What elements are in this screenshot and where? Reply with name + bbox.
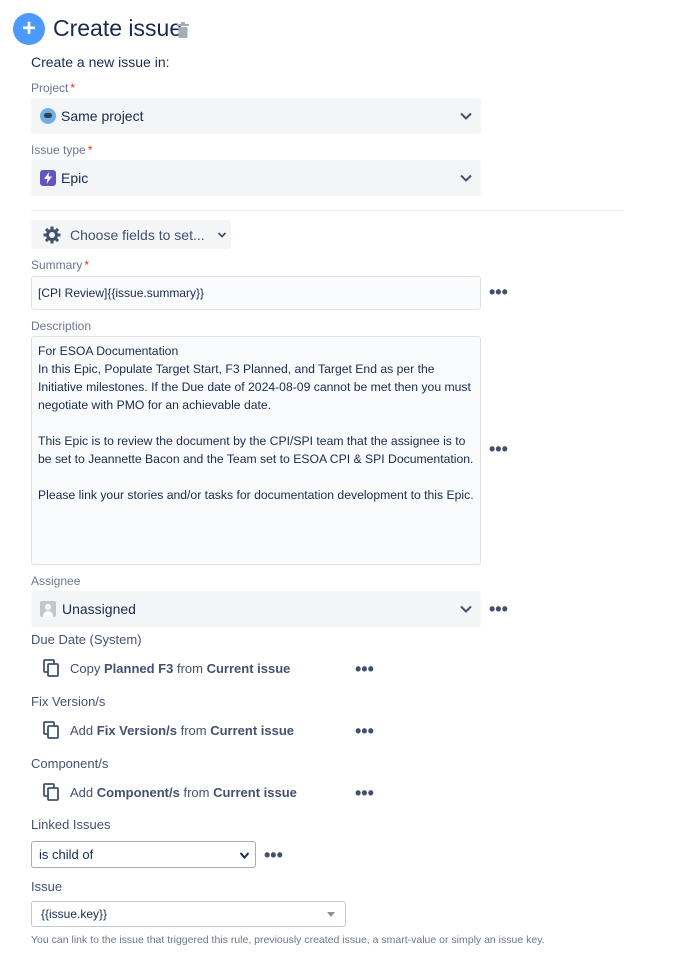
trash-icon[interactable] — [176, 22, 190, 38]
description-label: Description — [31, 319, 92, 333]
component-rule[interactable]: Add Component/s from Current issue — [43, 783, 297, 801]
issue-key-value: {{issue.key}} — [41, 907, 108, 921]
project-value: Same project — [61, 108, 144, 124]
rule-verb: Add — [70, 784, 94, 800]
rule-source: Current issue — [210, 722, 295, 738]
due-date-rule[interactable]: Copy Planned F3 from Current issue — [43, 659, 290, 677]
choose-fields-label: Choose fields to set... — [70, 226, 205, 243]
rule-verb: Add — [70, 722, 94, 738]
issue-key-input[interactable]: {{issue.key}} — [31, 901, 346, 927]
caret-down-icon — [327, 912, 335, 917]
issue-label: Issue — [31, 879, 63, 894]
divider — [31, 210, 624, 211]
rule-field: Fix Version/s — [96, 722, 177, 738]
issue-type-label: Issue type * — [31, 143, 92, 157]
page-title: Create issue — [53, 15, 183, 41]
assignee-select[interactable]: Unassigned — [31, 591, 481, 627]
gear-icon — [43, 226, 61, 243]
linked-issues-more-icon[interactable]: ••• — [264, 846, 283, 864]
project-label: Project * — [31, 81, 75, 95]
component-more-icon[interactable]: ••• — [355, 784, 374, 802]
add-icon: + — [13, 13, 45, 45]
rule-from: from — [176, 660, 203, 676]
copy-icon — [43, 783, 59, 801]
linked-issues-label: Linked Issues — [31, 817, 111, 832]
issue-type-select[interactable]: Epic — [31, 160, 481, 196]
project-select[interactable]: Same project — [31, 98, 481, 134]
issue-type-value: Epic — [61, 170, 89, 186]
rule-verb: Copy — [70, 660, 101, 676]
rule-field: Component/s — [96, 784, 180, 800]
issue-type-label-text: Issue type — [31, 143, 86, 157]
summary-label-text: Summary — [31, 258, 83, 272]
assignee-more-icon[interactable]: ••• — [489, 600, 508, 618]
assignee-label: Assignee — [31, 574, 81, 588]
component-label: Component/s — [31, 756, 109, 771]
project-avatar-icon — [40, 108, 56, 124]
link-type-select[interactable]: is child of — [31, 841, 256, 868]
rule-source: Current issue — [213, 784, 297, 800]
rule-field: Planned F3 — [103, 660, 174, 676]
required-mark: * — [84, 258, 90, 272]
issue-hint: You can link to the issue that triggered… — [31, 934, 545, 946]
summary-input[interactable]: [CPI Review]{{issue.summary}} — [31, 276, 481, 310]
chevron-down-icon — [217, 231, 226, 238]
intro-text: Create a new issue in: — [31, 54, 170, 70]
required-mark: * — [70, 81, 76, 95]
fix-version-rule[interactable]: Add Fix Version/s from Current issue — [43, 721, 294, 739]
description-textarea[interactable]: For ESOA Documentation In this Epic, Pop… — [31, 336, 481, 565]
due-date-more-icon[interactable]: ••• — [355, 660, 374, 678]
copy-icon — [43, 659, 59, 677]
fix-version-more-icon[interactable]: ••• — [355, 722, 374, 740]
copy-icon — [43, 721, 59, 739]
choose-fields-button[interactable]: Choose fields to set... — [31, 220, 231, 249]
add-symbol: + — [21, 15, 36, 42]
chevron-down-icon — [460, 174, 472, 182]
assignee-value: Unassigned — [62, 601, 136, 617]
due-date-label: Due Date (System) — [31, 632, 142, 647]
rule-source: Current issue — [206, 660, 291, 676]
rule-from: from — [180, 722, 207, 738]
rule-from: from — [183, 784, 210, 800]
avatar-icon — [40, 601, 56, 617]
chevron-down-icon — [460, 605, 472, 613]
summary-label: Summary * — [31, 258, 89, 272]
fix-version-label: Fix Version/s — [31, 694, 106, 709]
summary-more-icon[interactable]: ••• — [489, 283, 508, 301]
description-more-icon[interactable]: ••• — [489, 440, 508, 458]
project-label-text: Project — [31, 81, 69, 95]
link-type-value: is child of — [39, 847, 94, 862]
required-mark: * — [87, 143, 93, 157]
chevron-down-icon — [460, 112, 472, 120]
chevron-down-icon — [239, 852, 250, 860]
epic-icon — [40, 170, 56, 186]
